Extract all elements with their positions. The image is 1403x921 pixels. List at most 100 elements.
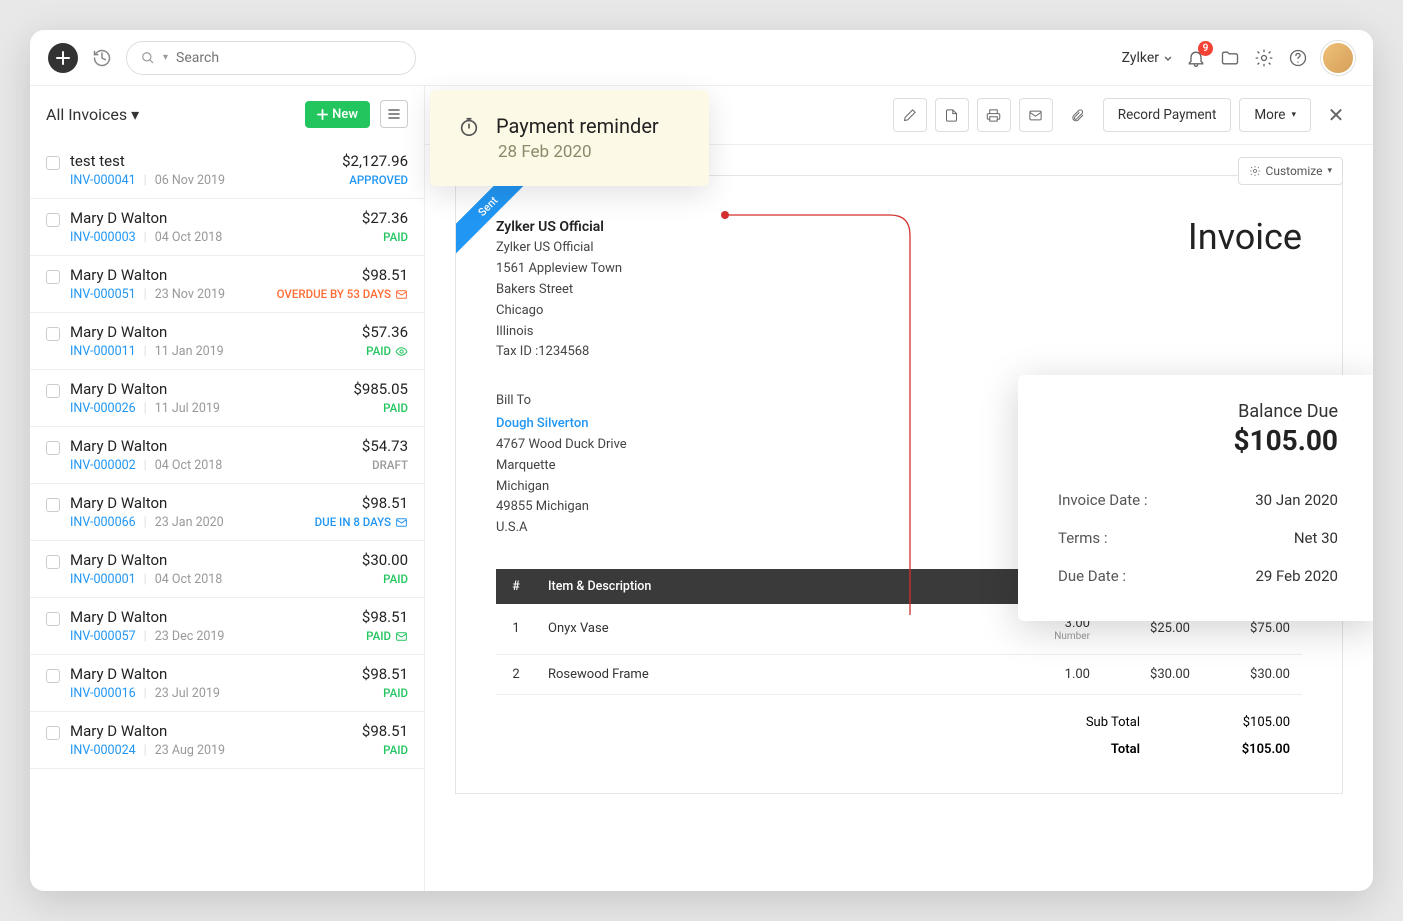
select-checkbox[interactable] — [46, 213, 60, 227]
invoice-list-item[interactable]: Mary D WaltonINV-000003|04 Oct 2018$27.3… — [30, 199, 424, 256]
subtotal-value: $105.00 — [1190, 715, 1290, 730]
edit-button[interactable] — [893, 98, 927, 132]
list-options-button[interactable] — [380, 100, 408, 128]
col-desc: Item & Description — [536, 569, 1002, 604]
invoice-number: INV-000001 — [70, 572, 136, 587]
due-date-value: 29 Feb 2020 — [1255, 567, 1338, 585]
company-line: 1561 Appleview Town — [496, 259, 622, 280]
attachment-button[interactable] — [1061, 98, 1095, 132]
invoice-list-item[interactable]: Mary D WaltonINV-000066|23 Jan 2020$98.5… — [30, 484, 424, 541]
record-payment-button[interactable]: Record Payment — [1103, 98, 1232, 132]
due-date-label: Due Date : — [1058, 567, 1126, 585]
customer-name: Mary D Walton — [70, 608, 352, 626]
invoice-list-item[interactable]: Mary D WaltonINV-000001|04 Oct 2018$30.0… — [30, 541, 424, 598]
app-window: ▾ Zylker 9 All Invoices ▾ — [30, 30, 1373, 891]
invoice-list-item[interactable]: Mary D WaltonINV-000011|11 Jan 2019$57.3… — [30, 313, 424, 370]
print-button[interactable] — [977, 98, 1011, 132]
customer-name: Mary D Walton — [70, 722, 352, 740]
list-filter-dropdown[interactable]: All Invoices ▾ — [46, 105, 295, 124]
history-button[interactable] — [90, 46, 114, 70]
printer-icon — [986, 108, 1001, 123]
invoice-list-item[interactable]: Mary D WaltonINV-000024|23 Aug 2019$98.5… — [30, 712, 424, 769]
customer-name: Mary D Walton — [70, 323, 352, 341]
invoice-list-item[interactable]: Mary D WaltonINV-000026|11 Jul 2019$985.… — [30, 370, 424, 427]
customer-name: Mary D Walton — [70, 209, 352, 227]
history-icon — [92, 48, 112, 68]
invoice-date: 06 Nov 2019 — [155, 173, 225, 188]
select-checkbox[interactable] — [46, 156, 60, 170]
total-value: $105.00 — [1190, 742, 1290, 757]
company-line: Bakers Street — [496, 280, 622, 301]
select-checkbox[interactable] — [46, 327, 60, 341]
org-name-label: Zylker — [1122, 50, 1159, 66]
plus-icon — [55, 50, 71, 66]
select-checkbox[interactable] — [46, 612, 60, 626]
select-checkbox[interactable] — [46, 441, 60, 455]
email-button[interactable] — [1019, 98, 1053, 132]
invoice-status: PAID — [362, 686, 408, 700]
help-icon — [1288, 48, 1308, 68]
company-line: Illinois — [496, 322, 622, 343]
invoice-amount: $98.51 — [362, 608, 408, 626]
invoice-list[interactable]: test testINV-000041|06 Nov 2019$2,127.96… — [30, 142, 424, 891]
invoice-list-item[interactable]: Mary D WaltonINV-000016|23 Jul 2019$98.5… — [30, 655, 424, 712]
folder-button[interactable] — [1219, 47, 1241, 69]
more-button[interactable]: More ▾ — [1239, 98, 1311, 132]
invoice-date: 11 Jan 2019 — [155, 344, 224, 359]
customize-label: Customize — [1266, 164, 1323, 178]
invoice-list-item[interactable]: Mary D WaltonINV-000002|04 Oct 2018$54.7… — [30, 427, 424, 484]
invoice-heading: Invoice — [1188, 216, 1302, 363]
invoice-list-item[interactable]: Mary D WaltonINV-000057|23 Dec 2019$98.5… — [30, 598, 424, 655]
add-button[interactable] — [48, 43, 78, 73]
invoice-number: INV-000002 — [70, 458, 136, 473]
invoice-date-value: 30 Jan 2020 — [1255, 491, 1338, 509]
mail-icon — [1028, 108, 1043, 123]
select-checkbox[interactable] — [46, 270, 60, 284]
org-switcher[interactable]: Zylker — [1122, 50, 1173, 66]
search-box[interactable]: ▾ — [126, 41, 416, 75]
close-detail-button[interactable]: ✕ — [1319, 98, 1353, 132]
invoice-list-item[interactable]: test testINV-000041|06 Nov 2019$2,127.96… — [30, 142, 424, 199]
customize-button[interactable]: Customize ▾ — [1238, 157, 1343, 185]
new-invoice-button[interactable]: New — [305, 101, 370, 128]
invoice-status: PAID — [362, 743, 408, 757]
stopwatch-icon — [458, 116, 480, 138]
select-checkbox[interactable] — [46, 669, 60, 683]
select-checkbox[interactable] — [46, 726, 60, 740]
company-line: Chicago — [496, 301, 622, 322]
balance-due-amount: $105.00 — [1058, 424, 1338, 457]
status-ribbon: Sent — [456, 176, 536, 256]
reminder-date: 28 Feb 2020 — [496, 142, 659, 162]
invoice-list-item[interactable]: Mary D WaltonINV-000051|23 Nov 2019$98.5… — [30, 256, 424, 313]
invoice-number: INV-000016 — [70, 686, 136, 701]
caret-down-icon: ▾ — [1327, 166, 1332, 176]
folder-icon — [1220, 48, 1240, 68]
plus-icon — [317, 109, 328, 120]
balance-due-card: Balance Due $105.00 Invoice Date : 30 Ja… — [1018, 375, 1373, 621]
balance-due-label: Balance Due — [1058, 401, 1338, 422]
new-button-label: New — [332, 107, 358, 122]
select-checkbox[interactable] — [46, 498, 60, 512]
pdf-button[interactable] — [935, 98, 969, 132]
invoice-date: 23 Jul 2019 — [155, 686, 220, 701]
invoice-number: INV-000051 — [70, 287, 136, 302]
item-desc: Rosewood Frame — [536, 654, 1002, 694]
select-checkbox[interactable] — [46, 555, 60, 569]
more-label: More — [1254, 107, 1285, 123]
notification-badge: 9 — [1198, 41, 1213, 56]
select-checkbox[interactable] — [46, 384, 60, 398]
line-item-row: 2Rosewood Frame1.00$30.00$30.00 — [496, 654, 1302, 694]
customer-name: test test — [70, 152, 332, 170]
invoice-number: INV-000057 — [70, 629, 136, 644]
invoice-number: INV-000026 — [70, 401, 136, 416]
settings-button[interactable] — [1253, 47, 1275, 69]
invoice-status: PAID — [353, 401, 408, 415]
notifications-button[interactable]: 9 — [1185, 47, 1207, 69]
invoice-status: OVERDUE BY 53 DAYS — [277, 287, 408, 301]
search-input[interactable] — [176, 50, 401, 66]
invoice-date: 04 Oct 2018 — [155, 230, 223, 245]
user-avatar[interactable] — [1321, 41, 1355, 75]
file-icon — [944, 108, 959, 123]
terms-value: Net 30 — [1294, 529, 1338, 547]
help-button[interactable] — [1287, 47, 1309, 69]
